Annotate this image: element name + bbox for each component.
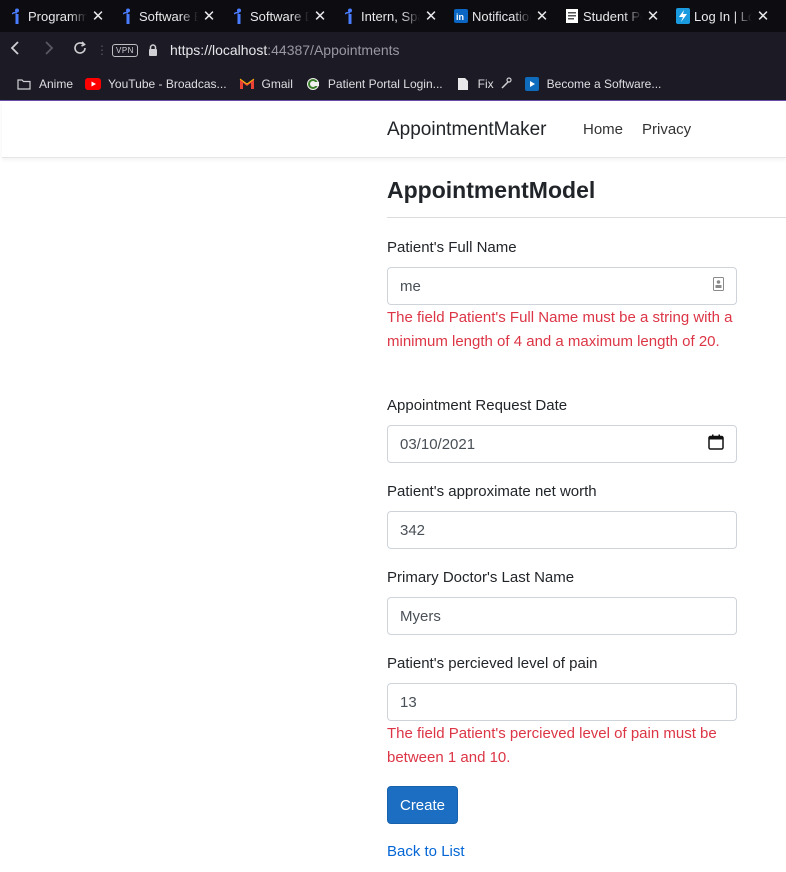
url-host: https://localhost [169,42,268,58]
pain-level-input[interactable]: 13 [387,683,737,721]
svg-text:in: in [456,12,464,22]
handshake-i-icon [343,8,357,24]
net-worth-value: 342 [400,521,426,539]
browser-tab[interactable]: Student Po ✕ [555,0,666,32]
gmail-icon [239,76,255,92]
pain-level-value: 13 [400,693,417,711]
folder-icon [16,76,32,92]
site-navbar: AppointmentMaker Home Privacy [2,101,786,158]
doctor-name-input[interactable]: Myers [387,597,737,635]
bookmark-item[interactable]: Anime [16,76,73,92]
full-name-input[interactable]: me [387,267,737,305]
linkedin-icon: in [454,8,468,24]
forward-button[interactable] [32,32,64,68]
arrow-left-icon [10,40,22,60]
bookmark-item[interactable]: Gmail [239,76,293,92]
net-worth-input[interactable]: 342 [387,511,737,549]
contact-card-icon[interactable] [713,277,724,295]
nav-link-privacy[interactable]: Privacy [642,121,691,138]
bookmark-item[interactable]: Patient Portal Login... [305,76,443,92]
doctor-name-label: Primary Doctor's Last Name [387,569,575,586]
tab-title: Programming [28,8,87,24]
bolt-icon [676,8,690,24]
pain-level-label: Patient's percieved level of pain [387,655,598,672]
lock-icon[interactable] [148,44,158,56]
vpn-badge[interactable]: VPN [112,43,138,57]
bookmark-item[interactable]: YouTube - Broadcas... [85,76,227,92]
bookmark-item[interactable]: Become a Software... [524,76,662,92]
request-date-label: Appointment Request Date [387,397,568,414]
handshake-i-icon [232,8,246,24]
close-icon[interactable]: ✕ [91,7,105,25]
bookmark-label: Anime [39,77,74,91]
full-name-error: The field Patient's Full Name must be a … [387,309,733,350]
tab-title: Intern, Spa [361,8,420,24]
bookmarks-bar: Anime YouTube - Broadcas... Gmail Patien… [0,68,786,100]
doctor-name-value: Myers [400,607,441,625]
bookmark-label: Become a Software... [546,77,662,91]
bookmark-label: Gmail [261,77,293,91]
tab-title: Log In | Lo [694,8,752,24]
nav-link-home[interactable]: Home [583,121,623,138]
browser-tab[interactable]: in Notifications ✕ [444,0,555,32]
pain-level-error: The field Patient's percieved level of p… [387,725,717,766]
full-name-label: Patient's Full Name [387,239,517,256]
request-date-input[interactable]: 03/10/2021 [387,425,737,463]
document-icon [565,8,579,24]
url-field[interactable]: https://localhost:44387/Appointments [170,42,400,58]
site-brand-link[interactable]: AppointmentMaker [387,119,546,141]
tab-title: Software Engineer [139,8,198,24]
calendar-icon[interactable] [708,434,724,454]
reload-icon [73,40,87,60]
browser-tab[interactable]: Intern, Spa ✕ [333,0,444,32]
url-path: :44387/Appointments [267,42,400,58]
close-icon[interactable]: ✕ [424,7,438,25]
reload-button[interactable] [64,32,96,68]
close-icon[interactable]: ✕ [756,7,770,25]
request-date-value: 03/10/2021 [400,435,476,453]
close-icon[interactable]: ✕ [202,7,216,25]
create-button[interactable]: Create [387,786,458,824]
full-name-value: me [400,277,421,295]
handshake-i-icon [10,8,24,24]
address-bar: ⋮ VPN https://localhost:44387/Appointmen… [0,32,786,68]
app-icon [524,76,540,92]
page-title: AppointmentModel [387,177,596,203]
browser-tab[interactable]: Software Engineer ✕ [111,0,222,32]
wrench-icon [500,76,512,92]
youtube-icon [85,76,102,92]
bookmark-label: YouTube - Broadcas... [108,77,227,91]
bookmark-item[interactable]: Fix [455,76,512,92]
web-page: AppointmentMaker Home Privacy Appointmen… [2,101,786,872]
bookmark-label: Fix [477,77,494,91]
back-to-list-link[interactable]: Back to List [387,843,465,860]
bookmark-label: Patient Portal Login... [327,77,443,91]
handshake-i-icon [121,8,135,24]
browser-tab[interactable]: Software Developer ✕ [222,0,333,32]
back-button[interactable] [0,32,32,68]
tab-title: Student Po [583,8,642,24]
portal-icon [305,76,321,92]
tab-title: Notifications [472,8,531,24]
page-icon [455,76,471,92]
close-icon[interactable]: ✕ [646,7,660,25]
close-icon[interactable]: ✕ [535,7,549,25]
menu-dots-icon: ⋮ [96,43,108,57]
net-worth-label: Patient's approximate net worth [387,483,597,500]
browser-tab[interactable]: Programming ✕ [0,0,111,32]
arrow-right-icon [42,40,54,60]
close-icon[interactable]: ✕ [313,7,327,25]
tab-title: Software Developer [250,8,309,24]
browser-tab[interactable]: Log In | Lo ✕ [666,0,776,32]
divider [387,217,786,218]
tab-strip: Programming ✕ Software Engineer ✕ Softwa… [0,0,786,32]
